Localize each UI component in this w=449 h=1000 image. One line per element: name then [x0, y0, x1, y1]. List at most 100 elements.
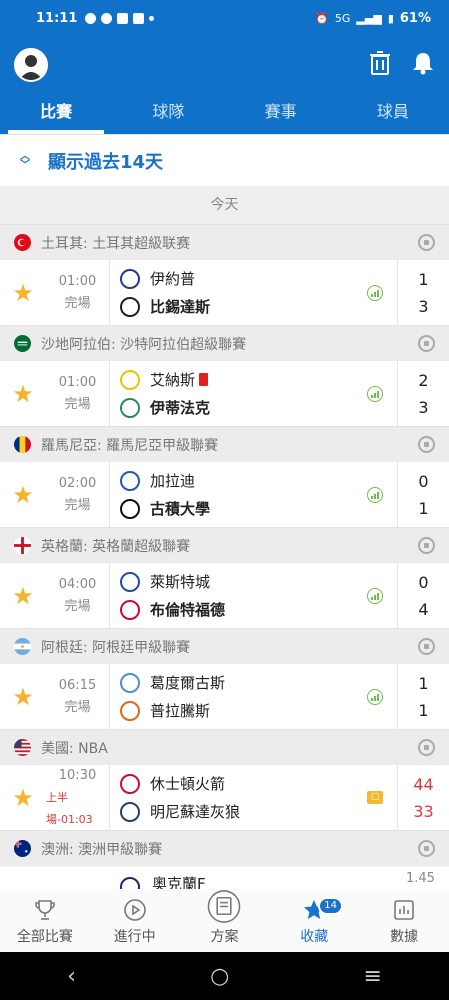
- home-score: 1: [418, 673, 429, 693]
- score: 23: [397, 361, 449, 426]
- stats-icon: [367, 486, 383, 503]
- tab-players[interactable]: 球員: [337, 94, 449, 134]
- status-time: 11:11: [36, 10, 78, 26]
- home-team-name: 萊斯特城: [150, 573, 211, 591]
- home-team-name: 奧克蘭F: [152, 875, 206, 889]
- home-team: 伊約普: [120, 268, 353, 290]
- nav-data-label: 數據: [390, 929, 419, 945]
- favorite-star-icon[interactable]: ★: [0, 765, 46, 830]
- odds-icon: ▢: [367, 791, 383, 804]
- home-team-name: 休士頓火箭: [150, 775, 226, 793]
- favorite-star-icon[interactable]: ★: [0, 361, 46, 426]
- system-nav-bar: ‹ ○ ≡: [0, 952, 449, 1000]
- team-crest-icon: [120, 700, 140, 721]
- usa-flag-icon: [14, 739, 31, 756]
- nav-plans[interactable]: 方案: [180, 889, 270, 952]
- match-list: 土耳其: 土耳其超級联赛 ★ 01:00 完場 伊約普比錫達斯 1 3 沙地阿拉伯: 沙特阿拉…: [0, 224, 449, 866]
- match-row[interactable]: ★ 01:00 完場 伊約普 比錫達斯 1 3: [0, 260, 449, 325]
- notification-icons: [85, 12, 155, 24]
- show-past-toggle[interactable]: ︿ ﹀ 顯示過去14天: [0, 134, 449, 186]
- league-header[interactable]: 土耳其: 土耳其超級联赛: [0, 224, 449, 260]
- battery-level: 61%: [399, 10, 431, 26]
- away-team: 普拉騰斯: [120, 700, 353, 722]
- home-icon[interactable]: ○: [210, 964, 229, 989]
- show-past-label: 顯示過去14天: [48, 151, 164, 173]
- away-team-name: 布倫特福德: [150, 601, 226, 619]
- league-name: 澳洲: 澳洲甲級聯賽: [41, 841, 163, 858]
- kickoff-time: 01:00: [58, 374, 97, 390]
- away-team: 古積大學: [120, 498, 353, 520]
- favorite-star-icon[interactable]: ★: [0, 563, 46, 628]
- favorites-badge: 14: [318, 897, 344, 915]
- stats-icon: [367, 587, 383, 604]
- argentina-flag-icon: [14, 638, 31, 655]
- back-icon[interactable]: ‹: [67, 964, 76, 989]
- bottom-nav: 全部比賽 進行中 方案 14 收藏 數據: [0, 888, 449, 952]
- trophy-icon: [35, 900, 55, 920]
- stats-button[interactable]: ▢: [353, 765, 397, 830]
- league-name: 土耳其: 土耳其超級联赛: [41, 235, 191, 252]
- home-team: 萊斯特城: [120, 571, 353, 593]
- nav-favorites[interactable]: 14 收藏: [269, 889, 359, 952]
- favorite-star-icon[interactable]: ★: [0, 260, 46, 325]
- league-header[interactable]: 阿根廷: 阿根廷甲級聯賽: [0, 628, 449, 664]
- league-header[interactable]: 美國: NBA: [0, 729, 449, 765]
- stats-button[interactable]: [353, 664, 397, 729]
- more-notifications-icon: [149, 15, 155, 21]
- match-row[interactable]: ★ 04:00 完場 萊斯特城 布倫特福德 0 4: [0, 563, 449, 628]
- system-icons: ⏰ 5G ▂▄▆ ▮ 61%: [315, 11, 431, 26]
- odds-value: 1.45: [406, 871, 435, 886]
- recents-icon[interactable]: ≡: [363, 964, 381, 989]
- home-team: 休士頓火箭: [120, 773, 353, 795]
- stats-button[interactable]: [353, 361, 397, 426]
- match-row-partial[interactable]: 奧克蘭F 1.45: [0, 867, 449, 889]
- stats-button[interactable]: [353, 260, 397, 325]
- trash-icon[interactable]: [369, 51, 391, 79]
- favorite-star-icon[interactable]: ★: [0, 462, 46, 527]
- alarm-icon: ⏰: [315, 11, 329, 25]
- home-team: 葛度爾古斯: [120, 672, 353, 694]
- nav-data[interactable]: 數據: [359, 889, 449, 952]
- stats-button[interactable]: [353, 563, 397, 628]
- league-header[interactable]: 英格蘭: 英格蘭超級聯賽: [0, 527, 449, 563]
- away-score: 3: [418, 397, 429, 417]
- stats-button[interactable]: [353, 462, 397, 527]
- saudi-flag-icon: [14, 335, 31, 352]
- nav-live[interactable]: 進行中: [90, 889, 180, 952]
- match-row[interactable]: ★ 10:30 上半場-01:03 休士頓火箭 明尼蘇達灰狼 ▢ 44 33: [0, 765, 449, 830]
- league-header[interactable]: 澳洲: 澳洲甲級聯賽: [0, 830, 449, 866]
- tab-matches[interactable]: 比賽: [0, 94, 112, 134]
- match-row[interactable]: ★ 02:00 完場 加拉迪 古積大學 0 1: [0, 462, 449, 527]
- soccer-ball-icon: [418, 234, 435, 251]
- favorite-star-icon[interactable]: ★: [0, 664, 46, 729]
- away-team: 明尼蘇達灰狼: [120, 801, 353, 823]
- teams: 萊斯特城 布倫特福德: [110, 563, 353, 628]
- tab-competitions[interactable]: 賽事: [225, 94, 337, 134]
- away-team-name: 明尼蘇達灰狼: [150, 803, 241, 821]
- nav-favorites-label: 收藏: [300, 929, 329, 945]
- match-status: 完場: [64, 396, 91, 412]
- signal-icon: ▂▄▆: [356, 11, 382, 25]
- match-row[interactable]: ★ 01:00 完場 艾納斯 伊蒂法克 2 3: [0, 361, 449, 426]
- romania-flag-icon: [14, 436, 31, 453]
- bell-icon[interactable]: [411, 51, 435, 79]
- soccer-ball-icon: [418, 537, 435, 554]
- away-team-name: 普拉騰斯: [150, 702, 211, 720]
- nav-all-matches[interactable]: 全部比賽: [0, 889, 90, 952]
- league-header[interactable]: 羅馬尼亞: 羅馬尼亞甲級聯賽: [0, 426, 449, 462]
- away-team-name: 比錫達斯: [150, 298, 211, 316]
- team-crest-icon: [120, 268, 140, 289]
- team-crest-icon: [120, 369, 140, 390]
- team-crest-icon: [120, 877, 140, 889]
- league-name: 沙地阿拉伯: 沙特阿拉伯超級聯賽: [41, 336, 247, 353]
- league-header[interactable]: 沙地阿拉伯: 沙特阿拉伯超級聯賽: [0, 325, 449, 361]
- kickoff-time: 04:00: [58, 576, 97, 592]
- match-row[interactable]: ★ 06:15 完場 葛度爾古斯 普拉騰斯 1 1: [0, 664, 449, 729]
- home-score: 44: [413, 774, 434, 794]
- away-score: 4: [418, 599, 429, 619]
- tab-teams[interactable]: 球隊: [112, 94, 224, 134]
- avatar[interactable]: [14, 48, 48, 82]
- team-crest-icon: [120, 571, 140, 592]
- stats-icon: [367, 688, 383, 705]
- score: 01: [397, 462, 449, 527]
